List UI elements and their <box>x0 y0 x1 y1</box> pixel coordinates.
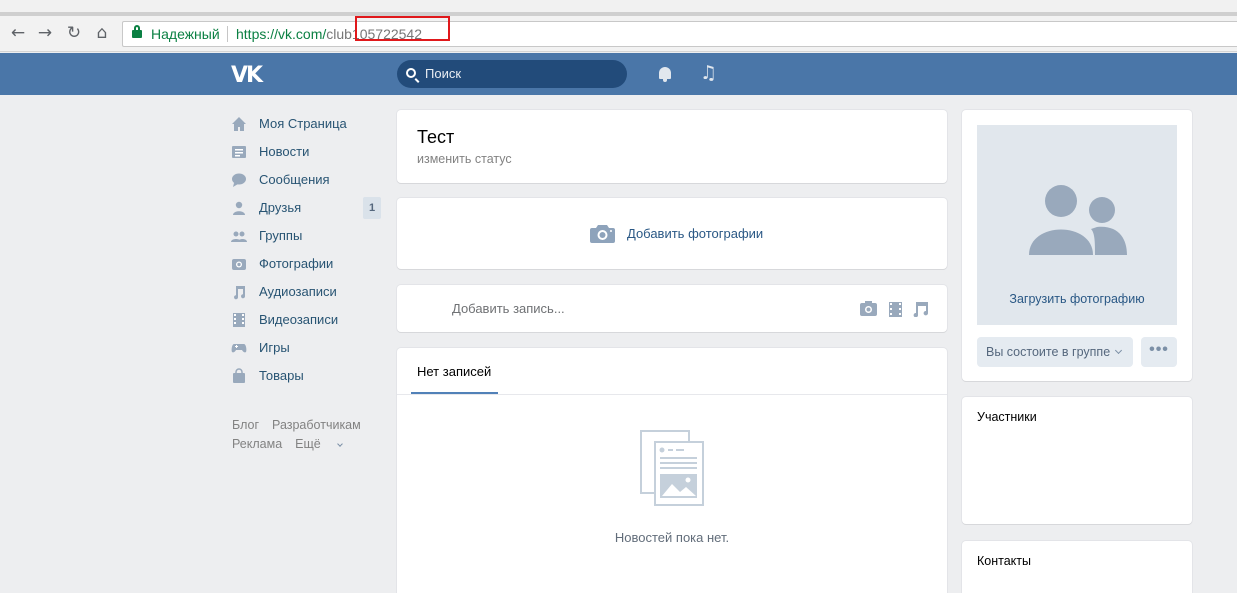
friend-icon <box>233 201 245 215</box>
chevron-down-icon <box>336 441 343 447</box>
menu-item-photos[interactable]: Фотографии <box>231 250 381 278</box>
menu-label: Сообщения <box>259 172 330 187</box>
contacts-card: Контакты <box>962 541 1192 593</box>
footer-link-blog[interactable]: Блог <box>232 418 259 432</box>
url-base: https://vk.com/ <box>236 26 327 42</box>
groups-icon <box>231 231 247 242</box>
menu-label: Группы <box>259 228 303 243</box>
home-icon[interactable]: ⌂ <box>92 23 112 43</box>
wall-card: Нет записей Новостей пока нет. <box>397 348 947 593</box>
film-icon <box>233 313 245 327</box>
menu-label: Новости <box>259 144 310 159</box>
add-photos-card[interactable]: Добавить фотографии <box>397 198 947 269</box>
menu-label: Аудиозаписи <box>259 284 337 299</box>
membership-dropdown-button[interactable]: Вы состоите в группе <box>977 337 1133 367</box>
new-post-card: Добавить запись... <box>397 285 947 332</box>
left-menu: Моя Страница Новости Сообщения Друзья 1 … <box>231 110 381 390</box>
avatar-upload-area[interactable]: Загрузить фотографию <box>977 125 1177 325</box>
music-icon[interactable]: ♫ <box>700 63 717 83</box>
menu-label: Фотографии <box>259 256 334 271</box>
group-avatar-icon <box>1029 185 1127 255</box>
footer-link-more[interactable]: Ещё <box>295 437 343 451</box>
back-arrow-icon[interactable]: ← <box>8 23 28 43</box>
gamepad-icon <box>231 344 247 353</box>
menu-label: Друзья <box>259 200 302 215</box>
secure-label: Надежный <box>151 26 220 42</box>
browser-tabstrip <box>0 0 1237 16</box>
menu-item-groups[interactable]: Группы <box>231 222 381 250</box>
messages-icon <box>232 173 246 187</box>
browser-toolbar: ← → ↻ ⌂ Надежный https://vk.com/club1057… <box>0 16 1237 52</box>
tab-no-posts[interactable]: Нет записей <box>417 364 491 379</box>
empty-news-icon <box>640 430 704 506</box>
more-actions-button[interactable]: ••• <box>1141 337 1177 367</box>
menu-item-messages[interactable]: Сообщения <box>231 166 381 194</box>
page-title: Тест <box>417 127 455 147</box>
group-avatar-card: Загрузить фотографию Вы состоите в групп… <box>962 110 1192 381</box>
menu-label: Моя Страница <box>259 116 347 131</box>
change-status-link[interactable]: изменить статус <box>417 152 512 166</box>
menu-item-my-page[interactable]: Моя Страница <box>231 110 381 138</box>
upload-photo-link[interactable]: Загрузить фотографию <box>977 292 1177 306</box>
menu-item-games[interactable]: Игры <box>231 334 381 362</box>
bell-icon[interactable] <box>657 66 673 82</box>
contacts-header[interactable]: Контакты <box>977 554 1031 568</box>
footer-link-ads[interactable]: Реклама <box>232 437 282 451</box>
friends-count-badge: 1 <box>363 197 381 219</box>
menu-label: Товары <box>259 368 304 383</box>
address-bar[interactable]: Надежный https://vk.com/club105722542 <box>122 16 1237 47</box>
post-input[interactable]: Добавить запись... <box>452 301 565 316</box>
group-title-card: Тест изменить статус <box>397 110 947 183</box>
omnibox-divider <box>227 26 228 42</box>
attach-video-icon[interactable] <box>889 302 902 317</box>
search-input[interactable]: Поиск <box>397 60 627 88</box>
news-icon <box>232 146 246 158</box>
bag-icon <box>233 368 245 383</box>
footer-link-developers[interactable]: Разработчикам <box>272 418 361 432</box>
forward-arrow-icon[interactable]: → <box>35 23 55 43</box>
menu-item-goods[interactable]: Товары <box>231 362 381 390</box>
music-icon <box>234 286 246 300</box>
home-icon <box>232 117 246 131</box>
attach-icons <box>860 301 929 317</box>
menu-label: Игры <box>259 340 290 355</box>
vk-logo[interactable]: VK <box>231 63 263 88</box>
divider <box>397 394 947 395</box>
menu-item-friends[interactable]: Друзья 1 <box>231 194 381 222</box>
menu-label: Видеозаписи <box>259 312 339 327</box>
search-icon <box>406 68 416 78</box>
empty-wall-text: Новостей пока нет. <box>614 530 730 545</box>
chevron-down-icon <box>1115 346 1123 355</box>
members-header[interactable]: Участники <box>977 410 1037 424</box>
url-highlight-box <box>355 16 450 41</box>
menu-item-video[interactable]: Видеозаписи <box>231 306 381 334</box>
attach-photo-icon[interactable] <box>860 301 877 316</box>
camera-icon <box>232 259 246 270</box>
menu-item-news[interactable]: Новости <box>231 138 381 166</box>
reload-icon[interactable]: ↻ <box>64 23 84 43</box>
vk-header: VK Поиск ♫ <box>0 53 1237 95</box>
camera-icon <box>590 225 615 243</box>
attach-audio-icon[interactable] <box>913 302 929 317</box>
search-placeholder: Поиск <box>425 66 462 81</box>
membership-label: Вы состоите в группе <box>986 345 1111 359</box>
menu-item-audio[interactable]: Аудиозаписи <box>231 278 381 306</box>
members-card: Участники <box>962 397 1192 524</box>
add-photos-link: Добавить фотографии <box>627 226 764 241</box>
footer-links: Блог Разработчикам Реклама Ещё <box>232 416 392 454</box>
lock-icon <box>132 25 142 39</box>
